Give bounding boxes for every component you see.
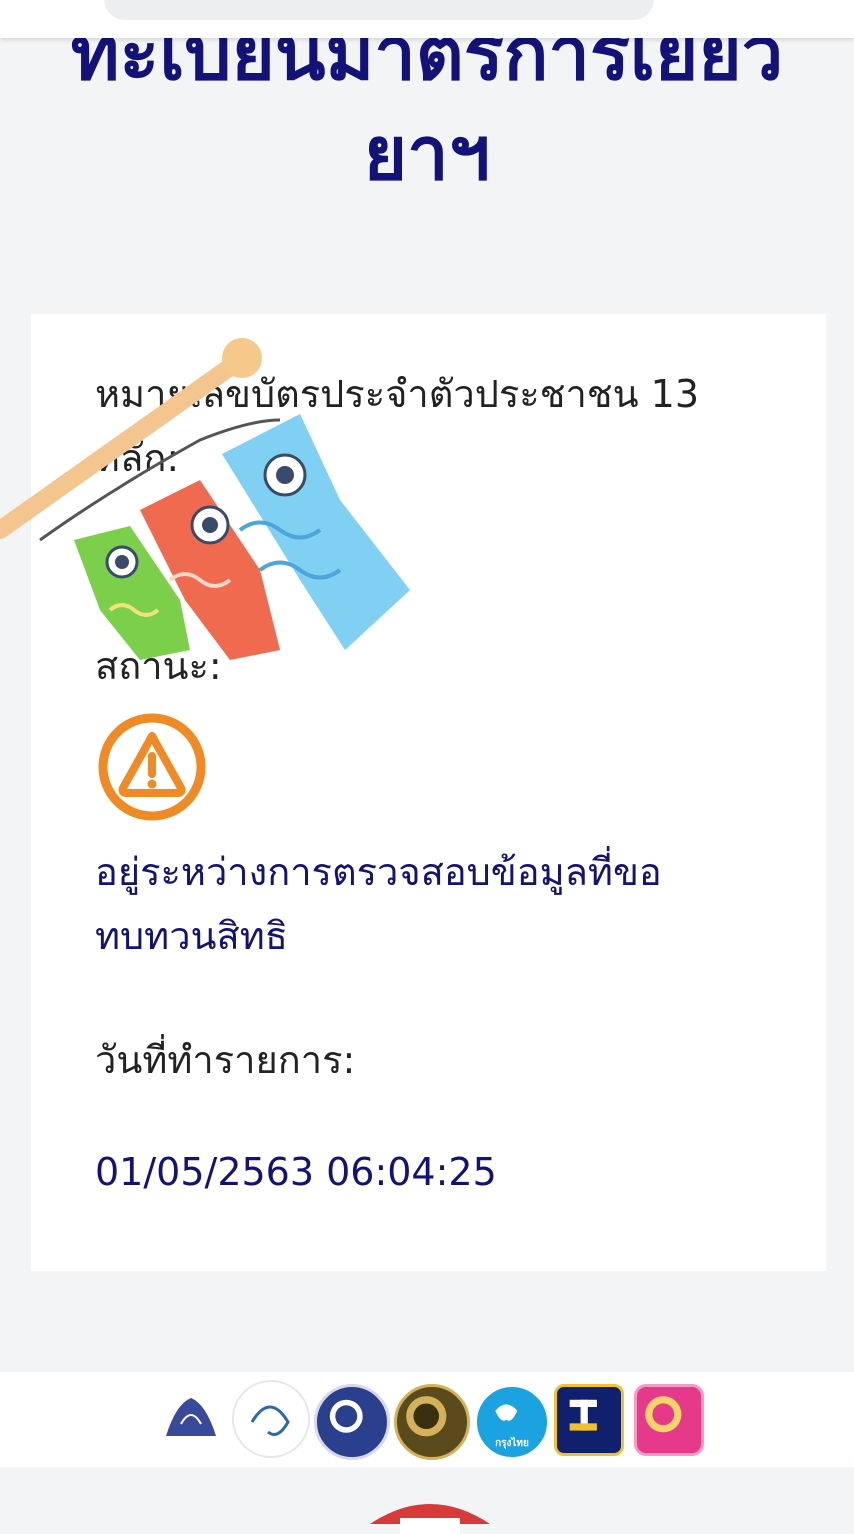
carp-streamer-sticker (0, 338, 410, 660)
comptroller-general-logo (156, 1384, 226, 1454)
government-seal-logo (394, 1384, 470, 1460)
gsb-logo (634, 1384, 704, 1456)
browser-top-bar (0, 0, 854, 38)
transaction-date-label: วันที่ทำรายการ: (95, 1038, 356, 1082)
transaction-date-value: 01/05/2563 06:04:25 (95, 1150, 497, 1194)
status-value: อยู่ระหว่างการตรวจสอบข้อมูลที่ขอทบทวนสิท… (95, 850, 662, 958)
warning-icon (98, 713, 206, 821)
partner-logos-footer: กรุงไทย (0, 1372, 854, 1467)
graduation-cap-icon (370, 1504, 490, 1534)
krungthai-logo-text: กรุงไทย (495, 1438, 529, 1449)
ministry-of-finance-logo (314, 1384, 390, 1460)
sso-logo (232, 1380, 310, 1458)
krungthai-logo: กรุงไทย (474, 1384, 550, 1460)
page-title-line-2: ยาฯ (363, 111, 491, 197)
address-bar[interactable] (104, 0, 654, 20)
baac-logo (554, 1384, 624, 1456)
